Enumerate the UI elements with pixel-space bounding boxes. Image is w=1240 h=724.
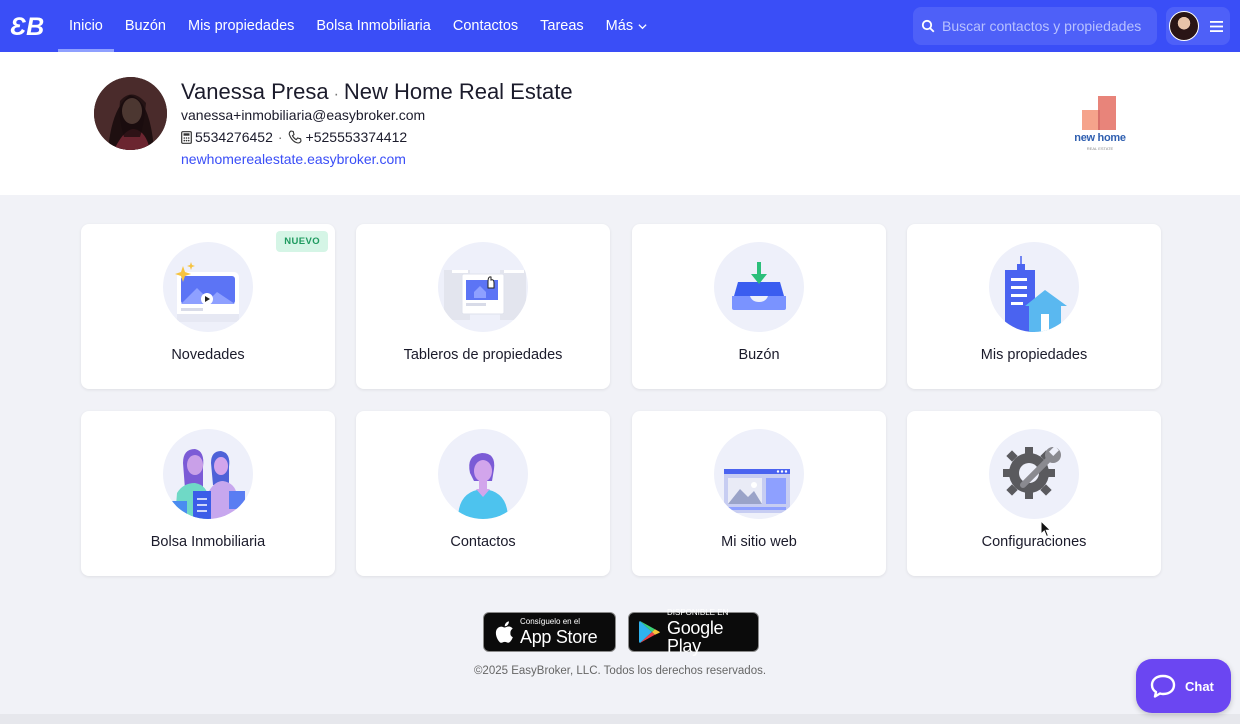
- mouse-cursor-icon: [1040, 520, 1052, 538]
- card-label: Tableros de propiedades: [403, 347, 563, 363]
- app-store-big-text: App Store: [520, 627, 598, 647]
- svg-text:ƐB: ƐB: [10, 13, 44, 40]
- card-label: Mi sitio web: [721, 534, 797, 550]
- name-separator: ·: [333, 86, 339, 103]
- company-logo-mark: [1082, 96, 1116, 130]
- google-play-big-text: Google Play: [667, 618, 724, 656]
- properties-icon: [989, 242, 1079, 332]
- news-icon: [163, 242, 253, 332]
- profile-phones: 5534276452 · +525553374412: [181, 129, 407, 145]
- phone-icon: [288, 130, 302, 144]
- nav-item-bolsa-inmobiliaria[interactable]: Bolsa Inmobiliaria: [305, 0, 441, 52]
- google-play-button[interactable]: DISPONIBLE EN Google Play: [628, 608, 759, 656]
- chat-button[interactable]: Chat: [1136, 659, 1231, 713]
- card-configuraciones[interactable]: Configuraciones: [907, 411, 1161, 576]
- card-label: Mis propiedades: [980, 347, 1088, 363]
- card-mi-sitio-web[interactable]: Mi sitio web: [632, 411, 886, 576]
- nav-item-mas[interactable]: Más: [595, 0, 658, 52]
- card-label: Bolsa Inmobiliaria: [150, 534, 266, 550]
- bottom-band: [0, 714, 1240, 724]
- nav-item-mis-propiedades[interactable]: Mis propiedades: [177, 0, 305, 52]
- profile-avatar: [94, 77, 167, 150]
- chevron-down-icon: [638, 23, 647, 29]
- profile-header: Vanessa Presa · New Home Real Estate vanes…: [0, 52, 1240, 195]
- company-logo-subtext: REAL ESTATE: [1086, 146, 1114, 151]
- search-input[interactable]: [942, 18, 1152, 34]
- phone-separator: ·: [277, 129, 283, 145]
- card-buzon[interactable]: Buzón: [632, 224, 886, 389]
- nav-item-tareas[interactable]: Tareas: [529, 0, 595, 52]
- card-label: Contactos: [450, 534, 516, 550]
- office-phone: 5534276452: [195, 129, 273, 145]
- easybroker-logo[interactable]: ƐB: [10, 12, 46, 40]
- search-box[interactable]: [913, 7, 1157, 45]
- settings-icon: [989, 429, 1079, 519]
- chat-label: Chat: [1185, 678, 1214, 694]
- chat-bubble-icon: [1150, 674, 1176, 698]
- google-play-small-text: DISPONIBLE EN: [667, 608, 729, 617]
- card-bolsa-inmobiliaria[interactable]: Bolsa Inmobiliaria: [81, 411, 335, 576]
- card-novedades[interactable]: NUEVO Novedades: [81, 224, 335, 389]
- nav-menu: Inicio Buzón Mis propiedades Bolsa Inmob…: [58, 0, 658, 52]
- nav-item-contactos[interactable]: Contactos: [442, 0, 529, 52]
- new-badge: NUEVO: [276, 231, 328, 252]
- contact-icon: [438, 429, 528, 519]
- top-nav: ƐB Inicio Buzón Mis propiedades Bolsa In…: [0, 0, 1240, 52]
- card-mis-propiedades[interactable]: Mis propiedades: [907, 224, 1161, 389]
- nav-item-buzon[interactable]: Buzón: [114, 0, 177, 52]
- company-name: New Home Real Estate: [343, 79, 573, 104]
- card-contactos[interactable]: Contactos: [356, 411, 610, 576]
- website-icon: [714, 429, 804, 519]
- user-menu-button[interactable]: [1166, 7, 1230, 45]
- company-logo-text: new home: [1074, 132, 1126, 144]
- boards-icon: [438, 242, 528, 332]
- app-store-button[interactable]: Consíguelo en el App Store: [483, 612, 616, 652]
- profile-email: vanessa+inmobiliaria@easybroker.com: [181, 107, 426, 123]
- user-avatar: [1169, 11, 1199, 41]
- copyright-text: ©2025 EasyBroker, LLC. Todos los derecho…: [473, 665, 767, 677]
- inbox-icon: [714, 242, 804, 332]
- agent-name: Vanessa Presa: [181, 79, 329, 104]
- profile-name-line: Vanessa Presa · New Home Real Estate: [181, 79, 573, 105]
- mobile-phone: +525553374412: [305, 129, 408, 145]
- app-store-links: Consíguelo en el App Store DISPONIBLE EN…: [483, 608, 759, 656]
- card-label: Buzón: [738, 347, 780, 363]
- market-icon: [163, 429, 253, 519]
- profile-website-link[interactable]: newhomerealestate.easybroker.com: [181, 151, 406, 167]
- card-label: Novedades: [171, 347, 245, 363]
- google-play-icon: [639, 621, 660, 643]
- card-tableros-de-propiedades[interactable]: Tableros de propiedades: [356, 224, 610, 389]
- company-logo: new home REAL ESTATE: [1068, 94, 1132, 152]
- office-phone-icon: [181, 130, 192, 144]
- nav-item-inicio[interactable]: Inicio: [58, 0, 114, 52]
- app-store-small-text: Consíguelo en el: [520, 617, 581, 626]
- apple-icon: [495, 621, 513, 643]
- card-label: Configuraciones: [981, 534, 1087, 550]
- hamburger-menu-icon: [1210, 20, 1223, 32]
- search-icon: [921, 19, 935, 33]
